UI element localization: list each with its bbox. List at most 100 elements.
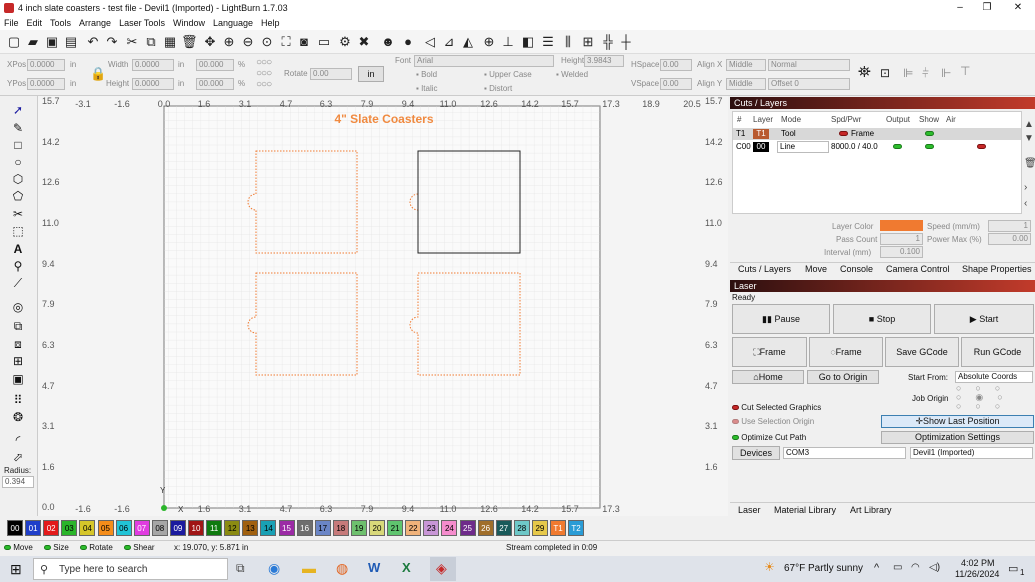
height-pct-input[interactable]: 00.000 — [196, 78, 234, 90]
user-icon[interactable]: ● — [400, 34, 416, 50]
new-file-icon[interactable]: ▢ — [6, 34, 22, 50]
save-as-icon[interactable]: ▤ — [63, 34, 79, 50]
excel-icon[interactable]: X — [402, 560, 411, 575]
tab-move[interactable]: Move — [805, 264, 827, 274]
text-tool-icon[interactable]: A — [10, 241, 26, 257]
cut-selected-checkbox[interactable]: Cut Selected Graphics — [732, 403, 821, 412]
palette-swatch-26[interactable]: 26 — [477, 520, 494, 536]
close-button[interactable]: ✕ — [1003, 0, 1033, 16]
corner-round-icon[interactable]: ◜ — [10, 432, 26, 448]
polygon-tool-icon[interactable]: ⬡ — [10, 171, 26, 187]
align-top-icon[interactable]: ⊤ — [960, 64, 970, 78]
frame-rect-button[interactable]: ⛶Frame — [732, 337, 807, 367]
zoom-frame-icon[interactable]: ⛶ — [278, 34, 294, 50]
palette-swatch-13[interactable]: 13 — [242, 520, 259, 536]
dock-icon[interactable]: ◧ — [520, 34, 536, 50]
menu-window[interactable]: Window — [169, 16, 209, 30]
row-mode-select[interactable]: Line — [777, 141, 829, 153]
row-show-toggle[interactable] — [925, 142, 934, 151]
edit-nodes-icon[interactable]: ✎ — [10, 120, 26, 136]
menu-help[interactable]: Help — [257, 16, 284, 30]
rotate-input[interactable]: 0.00 — [310, 68, 352, 80]
palette-swatch-04[interactable]: 04 — [79, 520, 96, 536]
volume-icon[interactable]: ◁) — [929, 562, 940, 573]
rectangle-tool-icon[interactable]: □ — [10, 137, 26, 153]
minimize-button[interactable]: – — [945, 0, 975, 16]
tab-camera-control[interactable]: Camera Control — [886, 264, 950, 274]
welded-checkbox[interactable]: ▪ Welded — [556, 70, 588, 79]
status-rotate[interactable]: Rotate — [80, 543, 113, 552]
palette-swatch-29[interactable]: 29 — [531, 520, 548, 536]
position-tool-icon[interactable]: ⚲ — [10, 258, 26, 274]
show-last-position-button[interactable]: ✛Show Last Position — [881, 415, 1034, 428]
lock-icon[interactable]: 🔒 — [90, 66, 106, 82]
palette-swatch-18[interactable]: 18 — [332, 520, 349, 536]
palette-swatch-10[interactable]: 10 — [188, 520, 204, 536]
palette-swatch-05[interactable]: 05 — [97, 520, 114, 536]
boolean-union-icon[interactable]: ⧉ — [10, 318, 26, 334]
hspace-input[interactable]: 0.00 — [660, 59, 692, 71]
select-tool-icon[interactable]: ➚ — [10, 102, 26, 118]
device-select[interactable]: Devil1 (Imported) — [910, 447, 1033, 459]
width-pct-input[interactable]: 00.000 — [196, 59, 234, 71]
menu-language[interactable]: Language — [209, 16, 257, 30]
save-icon[interactable]: ▣ — [44, 34, 60, 50]
row-output-toggle[interactable] — [893, 142, 902, 151]
job-origin-selector[interactable]: ○○○ ○◉○ ○○○ — [956, 384, 1017, 411]
height-input[interactable]: 0.0000 — [132, 78, 174, 90]
delete-icon[interactable]: 🗑 — [181, 34, 198, 50]
center-icon[interactable]: ☰ — [540, 34, 556, 50]
text-mode-select[interactable]: Normal — [768, 59, 850, 71]
file-explorer-icon[interactable]: ▬ — [302, 560, 316, 576]
zoom-fit-icon[interactable]: ⊙ — [259, 34, 275, 50]
palette-swatch-20[interactable]: 20 — [369, 520, 385, 536]
pass-count-input[interactable]: 1 — [880, 233, 923, 245]
weather-icon[interactable]: ☀ — [764, 560, 775, 574]
home-button[interactable]: ⌂Home — [732, 370, 804, 384]
dashed-cross-icon[interactable]: ┼ — [618, 34, 634, 50]
path-tool-icon[interactable]: ⬠ — [10, 188, 26, 204]
layer-color-swatch[interactable] — [880, 220, 923, 231]
clock-time[interactable]: 4:02 PM — [961, 558, 995, 568]
devices-button[interactable]: Devices — [732, 446, 780, 460]
zoom-out-icon[interactable]: ⊖ — [240, 34, 256, 50]
palette-swatch-08[interactable]: 08 — [151, 520, 168, 536]
palette-swatch-02[interactable]: 02 — [43, 520, 60, 536]
palette-swatch-28[interactable]: 28 — [513, 520, 530, 536]
start-from-select[interactable]: Absolute Coords — [955, 371, 1033, 383]
align-right-icon[interactable]: ⊩ — [941, 66, 951, 80]
space-icon[interactable]: ⊞ — [580, 34, 596, 50]
align-y-select[interactable]: Middle — [726, 78, 766, 90]
network-icon[interactable]: ▭ — [893, 562, 902, 573]
offset-tool-icon[interactable]: ◎ — [10, 299, 26, 315]
unit-toggle-button[interactable]: in — [358, 66, 384, 82]
font-height-input[interactable]: 3.9843 — [584, 55, 624, 67]
cut-icon[interactable]: ✂ — [124, 34, 140, 50]
word-icon[interactable]: W — [368, 560, 380, 575]
monitor-icon[interactable]: ▭ — [316, 34, 332, 50]
align-icon[interactable]: ◁ — [422, 34, 438, 50]
font-select[interactable]: Arial — [414, 55, 554, 67]
cut-shapes-icon[interactable]: ✂ — [10, 206, 26, 222]
palette-swatch-22[interactable]: 22 — [405, 520, 422, 536]
layer-row-t1[interactable]: T1 T1 Tool Frame — [733, 128, 1021, 140]
palette-swatch-12[interactable]: 12 — [224, 520, 241, 536]
maximize-button[interactable]: ❐ — [972, 0, 1002, 16]
radius-input[interactable]: 0.394 — [2, 476, 34, 488]
pause-button[interactable]: ▮▮ Pause — [732, 304, 830, 334]
undo-icon[interactable]: ↶ — [85, 34, 101, 50]
redo-icon[interactable]: ↷ — [104, 34, 120, 50]
frame-trace-icon[interactable]: ⊡ — [880, 66, 890, 80]
distribute-v-icon[interactable]: ⫼ — [560, 34, 576, 50]
camera-icon[interactable]: ◙ — [296, 34, 312, 50]
palette-swatch-t1[interactable]: T1 — [550, 520, 566, 536]
copy-icon[interactable]: ⧉ — [143, 34, 159, 50]
palette-swatch-27[interactable]: 27 — [495, 520, 512, 536]
save-gcode-button[interactable]: Save GCode — [885, 337, 959, 367]
crosshair-icon[interactable]: ╬ — [600, 34, 616, 50]
tab-shape-properties[interactable]: Shape Properties — [962, 264, 1032, 274]
palette-swatch-17[interactable]: 17 — [314, 520, 331, 536]
ellipse-tool-icon[interactable]: ○ — [10, 154, 26, 170]
palette-swatch-23[interactable]: 23 — [423, 520, 440, 536]
tab-material-library[interactable]: Material Library — [774, 505, 836, 515]
